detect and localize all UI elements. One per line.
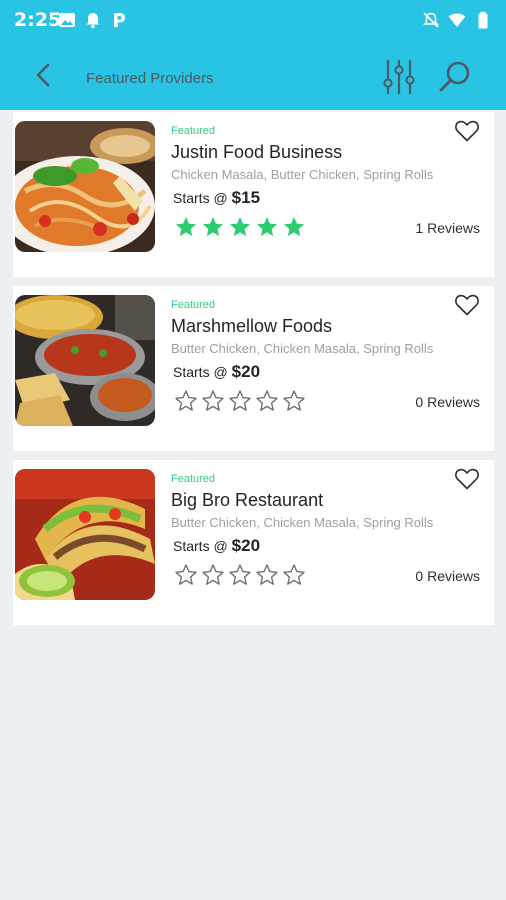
starts-label: Starts @ [173,538,228,554]
star-filled-icon [176,217,196,237]
featured-label: Featured [171,299,216,311]
starts-label: Starts @ [173,190,228,206]
star-outline-icon [175,564,197,585]
notification-bell-icon [86,13,100,29]
provider-card[interactable]: Featured Marshmellow Foods Butter Chicke… [13,286,494,451]
featured-label: Featured [171,473,216,485]
star-filled-icon [257,217,277,237]
provider-card[interactable]: Featured Justin Food Business Chicken Ma… [13,112,494,277]
star-outline-icon [283,564,305,585]
featured-label: Featured [171,125,216,137]
star-outline-icon [175,390,197,411]
page-title: Featured Providers [86,70,214,87]
tacos-photo [15,469,155,600]
star-outline-icon [202,564,224,585]
star-filled-icon [230,217,250,237]
back-arrow-icon[interactable] [28,60,58,90]
status-right-icons [422,11,492,29]
provider-name: Big Bro Restaurant [171,490,324,510]
star-filled-icon [284,217,304,237]
provider-categories: Chicken Masala, Butter Chicken, Spring R… [171,167,434,182]
wifi-icon [448,13,466,27]
price-value: $15 [231,188,261,207]
star-outline-icon [202,390,224,411]
heart-favorite-icon[interactable] [454,119,480,143]
status-bar: 2:25 [0,0,506,40]
star-outline-icon [256,390,278,411]
rating-stars [174,215,306,239]
noodle-dish-photo [15,121,155,252]
mute-icon [423,12,439,28]
search-icon[interactable] [436,58,474,96]
rating-stars [174,389,306,413]
heart-favorite-icon[interactable] [454,467,480,491]
provider-card[interactable]: Featured Big Bro Restaurant Butter Chick… [13,460,494,625]
starts-label: Starts @ [173,364,228,380]
filter-sliders-icon[interactable] [380,58,418,96]
reviews-count: 1 Reviews [415,220,480,236]
star-outline-icon [283,390,305,411]
star-outline-icon [229,564,251,585]
price-row: Starts @ $20 [173,536,260,556]
price-row: Starts @ $15 [173,188,260,208]
provider-categories: Butter Chicken, Chicken Masala, Spring R… [171,515,434,530]
heart-favorite-icon[interactable] [454,293,480,317]
reviews-count: 0 Reviews [415,568,480,584]
star-outline-icon [256,564,278,585]
status-time: 2:25 [14,9,62,31]
indian-curry-photo [15,295,155,426]
status-left-icons [58,11,128,29]
provider-categories: Butter Chicken, Chicken Masala, Spring R… [171,341,434,356]
price-value: $20 [231,362,261,381]
reviews-count: 0 Reviews [415,394,480,410]
parking-p-icon [114,13,125,27]
provider-name: Marshmellow Foods [171,316,333,336]
rating-stars [174,563,306,587]
star-outline-icon [229,390,251,411]
price-value: $20 [231,536,261,555]
battery-icon [478,11,488,29]
price-row: Starts @ $20 [173,362,260,382]
star-filled-icon [203,217,223,237]
image-icon [59,13,75,27]
provider-name: Justin Food Business [171,142,343,162]
app-bar: Featured Providers [0,40,506,110]
